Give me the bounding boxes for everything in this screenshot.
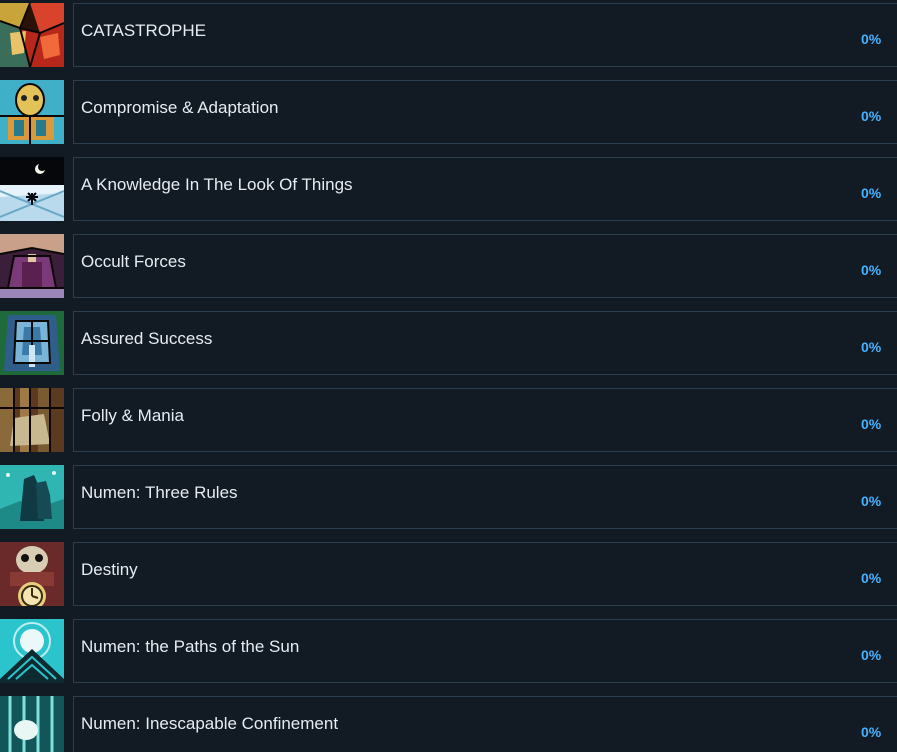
achievement-percent: 0% <box>861 339 882 355</box>
achievement-row[interactable]: CATASTROPHE 0% <box>0 3 897 67</box>
achievement-title: Numen: Three Rules <box>81 483 238 502</box>
achievement-percent: 0% <box>861 185 882 201</box>
achievement-row[interactable]: Occult Forces 0% <box>0 234 897 298</box>
achievement-panel: Folly & Mania 0% <box>73 388 897 452</box>
achievement-row[interactable]: A Knowledge In The Look Of Things 0% <box>0 157 897 221</box>
achievement-title: Numen: the Paths of the Sun <box>81 637 300 656</box>
catastrophe-icon <box>0 3 64 67</box>
achievement-list: CATASTROPHE 0% Compromise & Adaptation 0… <box>0 0 897 752</box>
achievement-row[interactable]: Compromise & Adaptation 0% <box>0 80 897 144</box>
numen-inescapable-confinement-icon <box>0 696 64 752</box>
achievement-title: CATASTROPHE <box>81 21 206 40</box>
achievement-panel: A Knowledge In The Look Of Things 0% <box>73 157 897 221</box>
achievement-percent: 0% <box>861 416 882 432</box>
knowledge-look-icon <box>0 157 64 221</box>
achievement-percent: 0% <box>861 262 882 278</box>
achievement-panel: CATASTROPHE 0% <box>73 3 897 67</box>
occult-forces-icon <box>0 234 64 298</box>
achievement-panel: Assured Success 0% <box>73 311 897 375</box>
achievement-title: Folly & Mania <box>81 406 184 425</box>
achievement-percent: 0% <box>861 724 882 740</box>
assured-success-icon <box>0 311 64 375</box>
compromise-adaptation-icon <box>0 80 64 144</box>
numen-paths-sun-icon <box>0 619 64 683</box>
achievement-percent: 0% <box>861 570 882 586</box>
achievement-title: Occult Forces <box>81 252 186 271</box>
achievement-row[interactable]: Numen: the Paths of the Sun 0% <box>0 619 897 683</box>
numen-three-rules-icon <box>0 465 64 529</box>
achievement-title: Numen: Inescapable Confinement <box>81 714 339 733</box>
achievement-title: Compromise & Adaptation <box>81 98 279 117</box>
folly-mania-icon <box>0 388 64 452</box>
achievement-percent: 0% <box>861 31 882 47</box>
achievement-panel: Numen: the Paths of the Sun 0% <box>73 619 897 683</box>
achievement-panel: Compromise & Adaptation 0% <box>73 80 897 144</box>
achievement-title: A Knowledge In The Look Of Things <box>81 175 353 194</box>
achievement-panel: Destiny 0% <box>73 542 897 606</box>
achievement-title: Destiny <box>81 560 138 579</box>
achievement-row[interactable]: Numen: Inescapable Confinement 0% <box>0 696 897 752</box>
achievement-row[interactable]: Destiny 0% <box>0 542 897 606</box>
achievement-title: Assured Success <box>81 329 213 348</box>
destiny-icon <box>0 542 64 606</box>
achievement-percent: 0% <box>861 108 882 124</box>
achievement-percent: 0% <box>861 493 882 509</box>
achievement-panel: Occult Forces 0% <box>73 234 897 298</box>
achievement-row[interactable]: Folly & Mania 0% <box>0 388 897 452</box>
achievement-panel: Numen: Three Rules 0% <box>73 465 897 529</box>
achievement-row[interactable]: Assured Success 0% <box>0 311 897 375</box>
achievement-panel: Numen: Inescapable Confinement 0% <box>73 696 897 752</box>
achievement-percent: 0% <box>861 647 882 663</box>
achievement-row[interactable]: Numen: Three Rules 0% <box>0 465 897 529</box>
